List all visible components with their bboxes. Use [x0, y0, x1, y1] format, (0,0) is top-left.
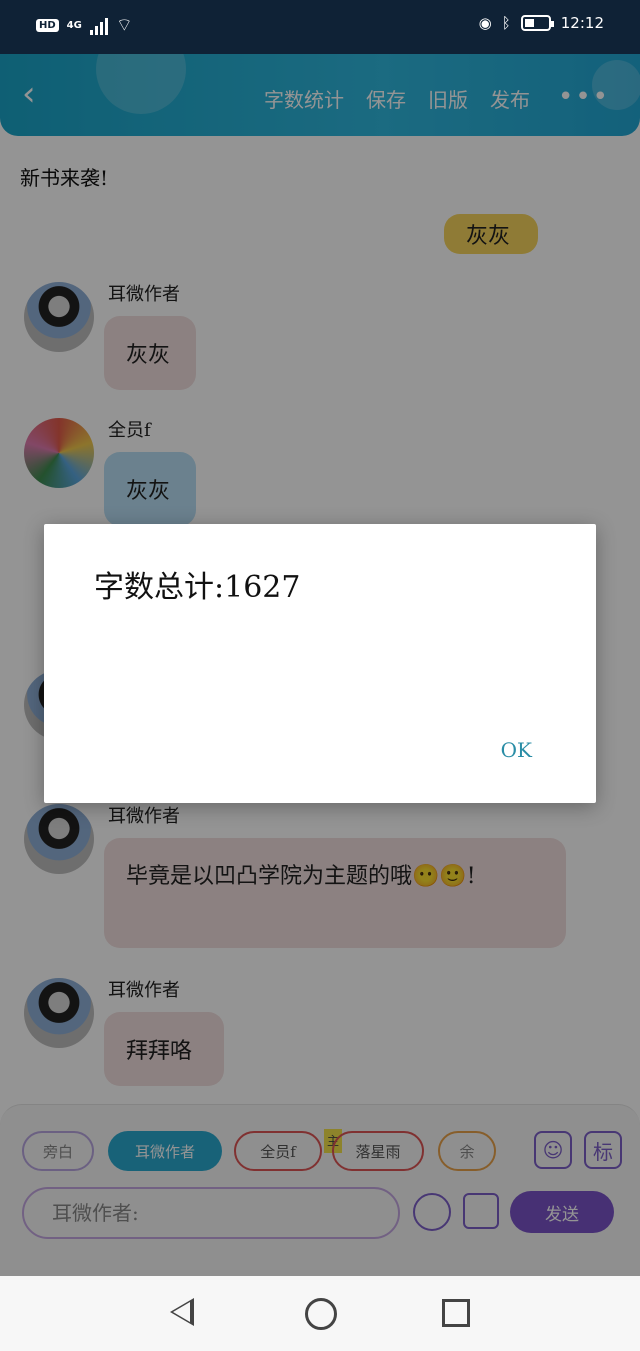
eye-icon: ◉: [478, 14, 492, 32]
status-bar: HD 4G ⌔ ◉ ᛒ 12:12: [0, 0, 640, 54]
system-nav-bar: [0, 1276, 640, 1351]
nav-back-icon[interactable]: [170, 1298, 194, 1326]
network-label: 4G: [66, 20, 82, 31]
dialog-message: 字数总计:1627: [94, 570, 301, 605]
clock: 12:12: [560, 14, 604, 32]
word-count-dialog: 字数总计:1627 OK: [44, 524, 596, 803]
bluetooth-icon: ᛒ: [501, 14, 511, 32]
hd-badge: HD: [36, 19, 59, 32]
signal-icon: [89, 17, 108, 35]
wifi-icon: ⌔: [115, 15, 133, 36]
ok-button[interactable]: OK: [501, 738, 532, 762]
nav-home-icon[interactable]: [305, 1298, 337, 1330]
battery-icon: [520, 15, 554, 31]
nav-recent-icon[interactable]: [442, 1299, 470, 1327]
